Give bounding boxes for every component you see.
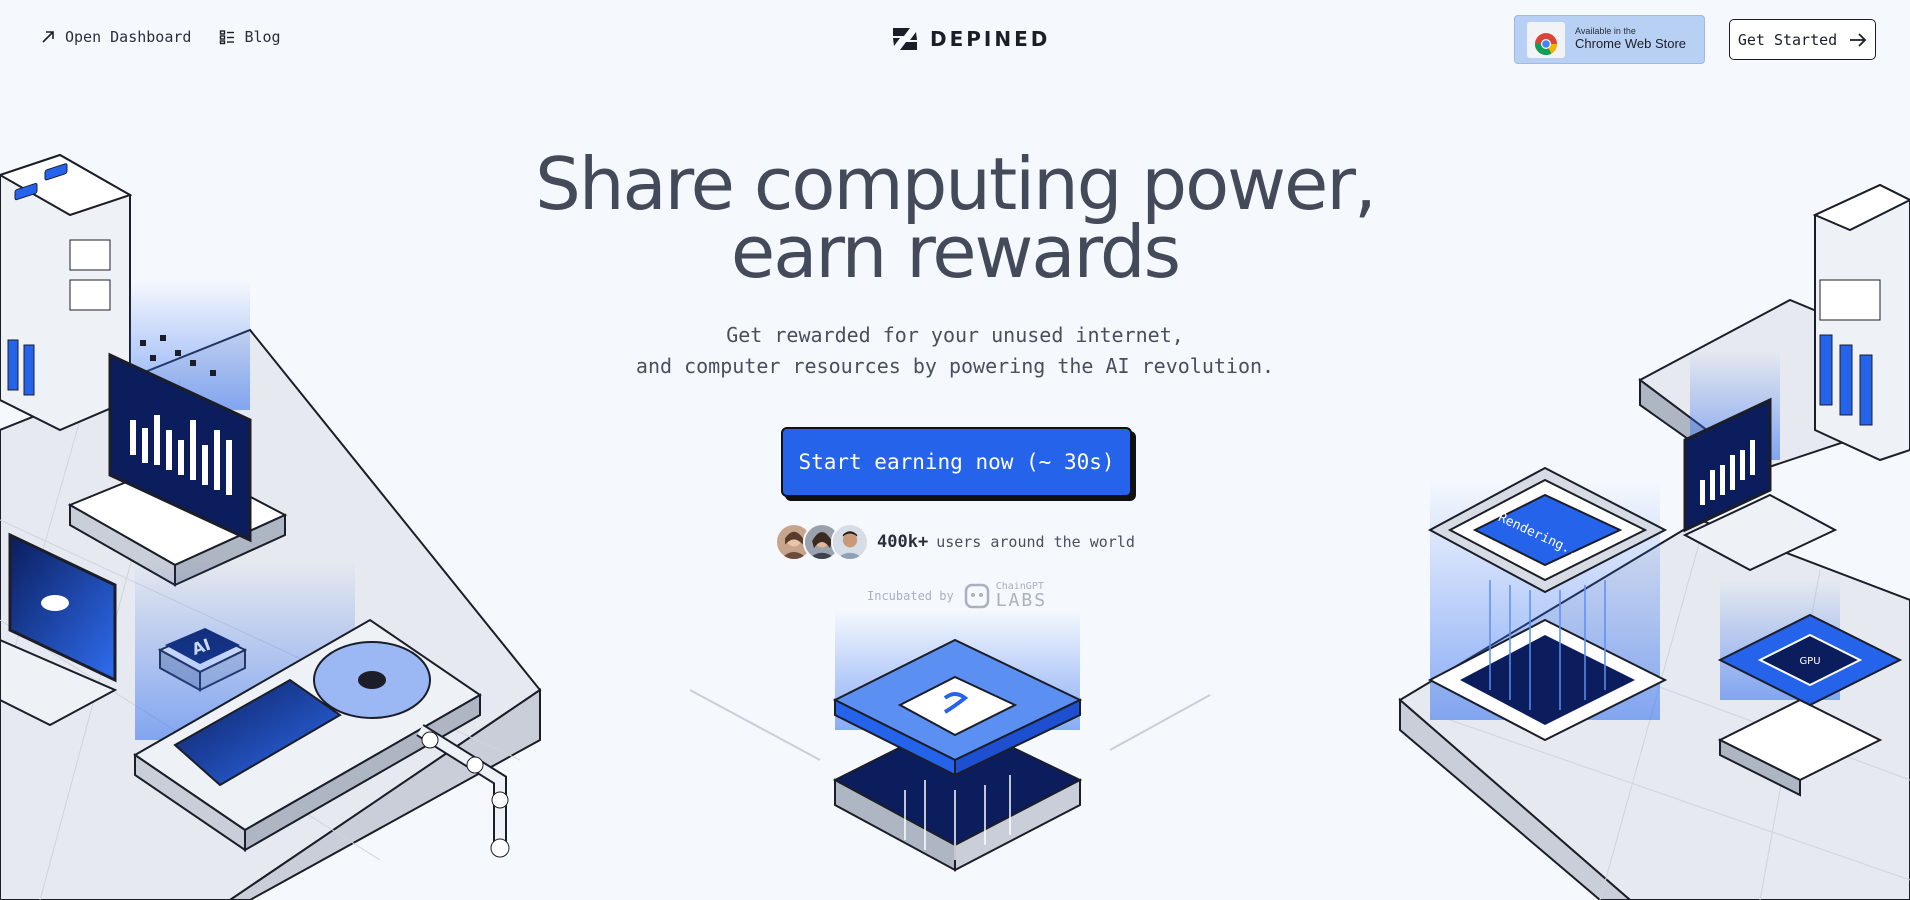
chaingpt-labs-logo[interactable]: ChainGPT LABS xyxy=(964,582,1047,610)
blog-link[interactable]: Blog xyxy=(219,28,281,46)
arrow-right-icon xyxy=(1850,32,1867,47)
hero-subtitle-line1: Get rewarded for your unused internet, xyxy=(726,323,1184,347)
list-icon xyxy=(220,30,235,45)
blog-label: Blog xyxy=(244,28,281,46)
start-earning-button[interactable]: Start earning now (~ 30s) xyxy=(781,427,1132,497)
hero-subtitle-line2: and computer resources by powering the A… xyxy=(635,354,1275,378)
hero-subtitle: Get rewarded for your unused internet, a… xyxy=(455,320,1455,382)
avatar-group xyxy=(775,523,869,561)
depined-logo-icon xyxy=(893,28,917,50)
hero-title-line2: earn rewards xyxy=(730,210,1181,294)
users-social-proof: 400k+ users around the world xyxy=(775,523,1135,561)
cws-big-text: Chrome Web Store xyxy=(1575,36,1687,52)
chrome-icon xyxy=(1527,21,1565,58)
incubated-label: Incubated by xyxy=(867,589,954,603)
incubated-by: Incubated by ChainGPT LABS xyxy=(867,582,1047,610)
chaingpt-icon xyxy=(964,583,989,609)
right-server xyxy=(1812,183,1910,462)
hero-title: Share computing power, earn rewards xyxy=(455,148,1455,288)
top-nav: Open Dashboard Blog xyxy=(40,28,281,46)
users-text: users around the world xyxy=(936,533,1135,551)
chrome-web-store-badge[interactable]: Available in the Chrome Web Store xyxy=(1514,15,1705,64)
open-dashboard-label: Open Dashboard xyxy=(65,28,192,46)
hero-heading: Share computing power, earn rewards xyxy=(455,148,1455,288)
open-dashboard-link[interactable]: Open Dashboard xyxy=(40,28,191,46)
center-hub xyxy=(689,610,1211,872)
arrow-up-right-icon xyxy=(42,31,54,43)
logo[interactable]: DEPINED xyxy=(890,24,1050,54)
get-started-button[interactable]: Get Started xyxy=(1729,19,1876,60)
svg-text:GPU: GPU xyxy=(1799,656,1820,667)
get-started-label: Get Started xyxy=(1737,30,1838,49)
rendering-chip: Rendering... xyxy=(1427,466,1668,742)
logo-text: DEPINED xyxy=(930,27,1051,51)
avatar xyxy=(831,523,869,561)
users-count: 400k+ xyxy=(877,532,929,552)
chaingpt-big-text: LABS xyxy=(995,590,1048,611)
